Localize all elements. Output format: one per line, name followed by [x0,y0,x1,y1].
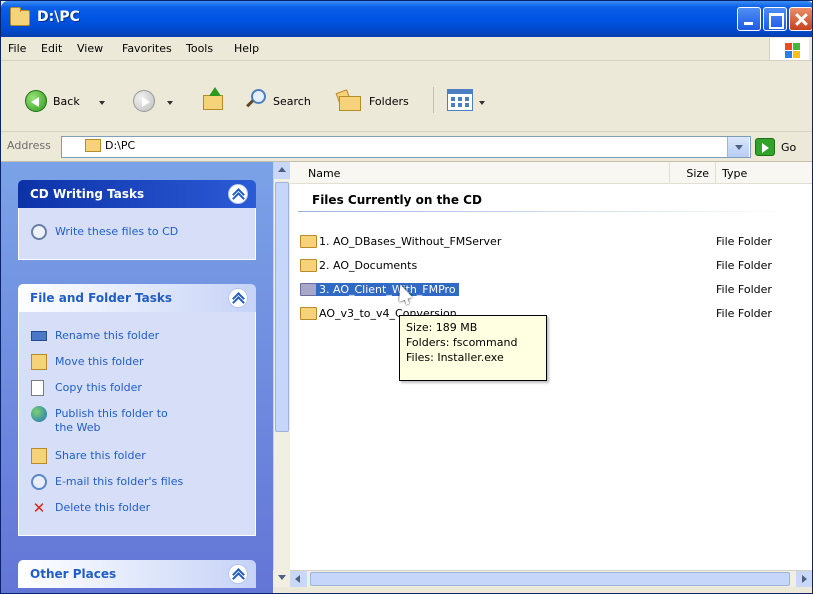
folder-name: 1. AO_DBases_Without_FMServer [319,235,502,248]
folder-row[interactable]: AO_v3_to_v4_Conversion File Folder [300,305,800,323]
toolbar-separator [433,87,434,113]
address-label: Address [7,139,51,152]
menu-view[interactable]: View [77,42,103,55]
folders-button[interactable]: Folders [369,95,409,108]
folder-row-selected[interactable]: 3. AO_Client_With_FMPro File Folder [300,281,800,299]
cd-writing-tasks-title: CD Writing Tasks [30,187,145,201]
back-button[interactable] [25,90,47,112]
folder-name: 3. AO_Client_With_FMPro [316,283,459,296]
other-places-title: Other Places [30,567,117,581]
address-folder-icon [85,139,101,152]
menu-tools[interactable]: Tools [186,42,213,55]
search-button[interactable]: Search [273,95,311,108]
move-icon [31,354,47,370]
minimize-button[interactable] [737,7,761,31]
menu-favorites[interactable]: Favorites [122,42,172,55]
folder-icon [300,259,317,272]
forward-dropdown-icon[interactable] [167,101,173,105]
column-header-size[interactable]: Size [670,162,716,184]
tooltip-folders: Folders: fscommand [406,336,518,349]
address-value[interactable]: D:\PC [105,139,135,152]
group-title: Files Currently on the CD [312,193,482,207]
collapse-chevron-icon[interactable] [228,288,248,308]
task-link-label: Share this folder [55,449,146,462]
file-list-hscrollbar[interactable] [290,570,812,587]
globe-icon [31,406,47,422]
folder-row[interactable]: 1. AO_DBases_Without_FMServer File Folde… [300,233,800,251]
other-places-header[interactable]: Other Places [18,560,256,588]
folders-icon[interactable] [335,89,363,112]
task-pane: CD Writing Tasks Write these files to CD… [1,162,273,593]
folder-info-tooltip: Size: 189 MB Folders: fscommand Files: I… [399,315,547,381]
windows-logo-icon [769,38,809,60]
task-link-label: Write these files to CD [55,225,179,238]
menu-edit[interactable]: Edit [41,42,62,55]
back-arrow-icon [31,97,39,107]
task-link-label: Rename this folder [55,329,160,342]
maximize-button[interactable] [763,7,787,31]
go-button[interactable]: Go [781,141,796,154]
menu-help[interactable]: Help [234,42,259,55]
task-link-label: Delete this folder [55,501,151,514]
folder-type: File Folder [716,259,772,272]
address-input[interactable] [61,136,751,158]
collapse-chevron-icon[interactable] [228,184,248,204]
scroll-up-icon[interactable] [274,162,290,179]
forward-arrow-icon [142,97,150,107]
folder-icon [300,283,317,296]
back-dropdown-icon[interactable] [99,101,105,105]
scroll-right-icon[interactable] [796,571,812,587]
search-icon[interactable] [245,89,267,111]
delete-x-icon: ✕ [32,499,46,517]
cd-writing-tasks-header[interactable]: CD Writing Tasks [18,180,256,208]
email-icon [31,474,47,490]
explorer-window: D:\PC File Edit View Favorites Tools Hel… [0,0,813,594]
back-label: Back [53,95,80,108]
scroll-down-icon[interactable] [273,570,290,587]
task-pane-scrollbar[interactable] [273,162,290,582]
file-folder-tasks-body: Rename this folder Move this folder Copy… [18,312,256,536]
task-link-label-cont: the Web [55,421,101,434]
file-list: Name Size Type Files Currently on the CD… [290,162,812,570]
title-bar[interactable]: D:\PC [1,1,812,37]
up-folder-icon[interactable] [203,87,225,111]
address-dropdown-button[interactable] [727,137,749,157]
copy-icon [31,380,44,396]
folder-icon [300,307,317,320]
tooltip-files: Files: Installer.exe [406,351,504,364]
rename-icon [31,331,47,341]
cd-write-icon [31,224,47,240]
window-title: D:\PC [37,9,80,25]
file-folder-tasks-header[interactable]: File and Folder Tasks [18,284,256,312]
hscroll-thumb[interactable] [310,572,790,586]
views-dropdown-icon[interactable] [479,101,485,105]
tooltip-size: Size: 189 MB [406,321,478,334]
folder-icon [300,235,317,248]
views-icon[interactable] [447,89,473,111]
column-header-type[interactable]: Type [716,162,812,184]
task-link-label: Publish this folder to [55,407,168,420]
forward-button[interactable] [133,90,155,112]
scroll-thumb[interactable] [275,182,289,432]
group-divider [298,211,798,212]
collapse-chevron-icon[interactable] [228,564,248,584]
task-link-label: Copy this folder [55,381,142,394]
menu-bar: File Edit View Favorites Tools Help [1,37,812,61]
task-link-label: Move this folder [55,355,144,368]
go-arrow-icon[interactable] [755,138,775,156]
folder-icon [10,7,30,26]
column-header-name[interactable]: Name [290,162,670,184]
folder-type: File Folder [716,307,772,320]
folder-type: File Folder [716,283,772,296]
cd-writing-tasks-body: Write these files to CD [18,208,256,260]
scroll-left-icon[interactable] [290,571,307,587]
close-button[interactable] [789,7,812,31]
file-folder-tasks-title: File and Folder Tasks [30,291,173,305]
menu-file[interactable]: File [8,42,26,55]
share-icon [31,448,47,464]
folder-type: File Folder [716,235,772,248]
folder-row[interactable]: 2. AO_Documents File Folder [300,257,800,275]
task-link-label: E-mail this folder's files [55,475,184,488]
folder-name: 2. AO_Documents [319,259,418,272]
